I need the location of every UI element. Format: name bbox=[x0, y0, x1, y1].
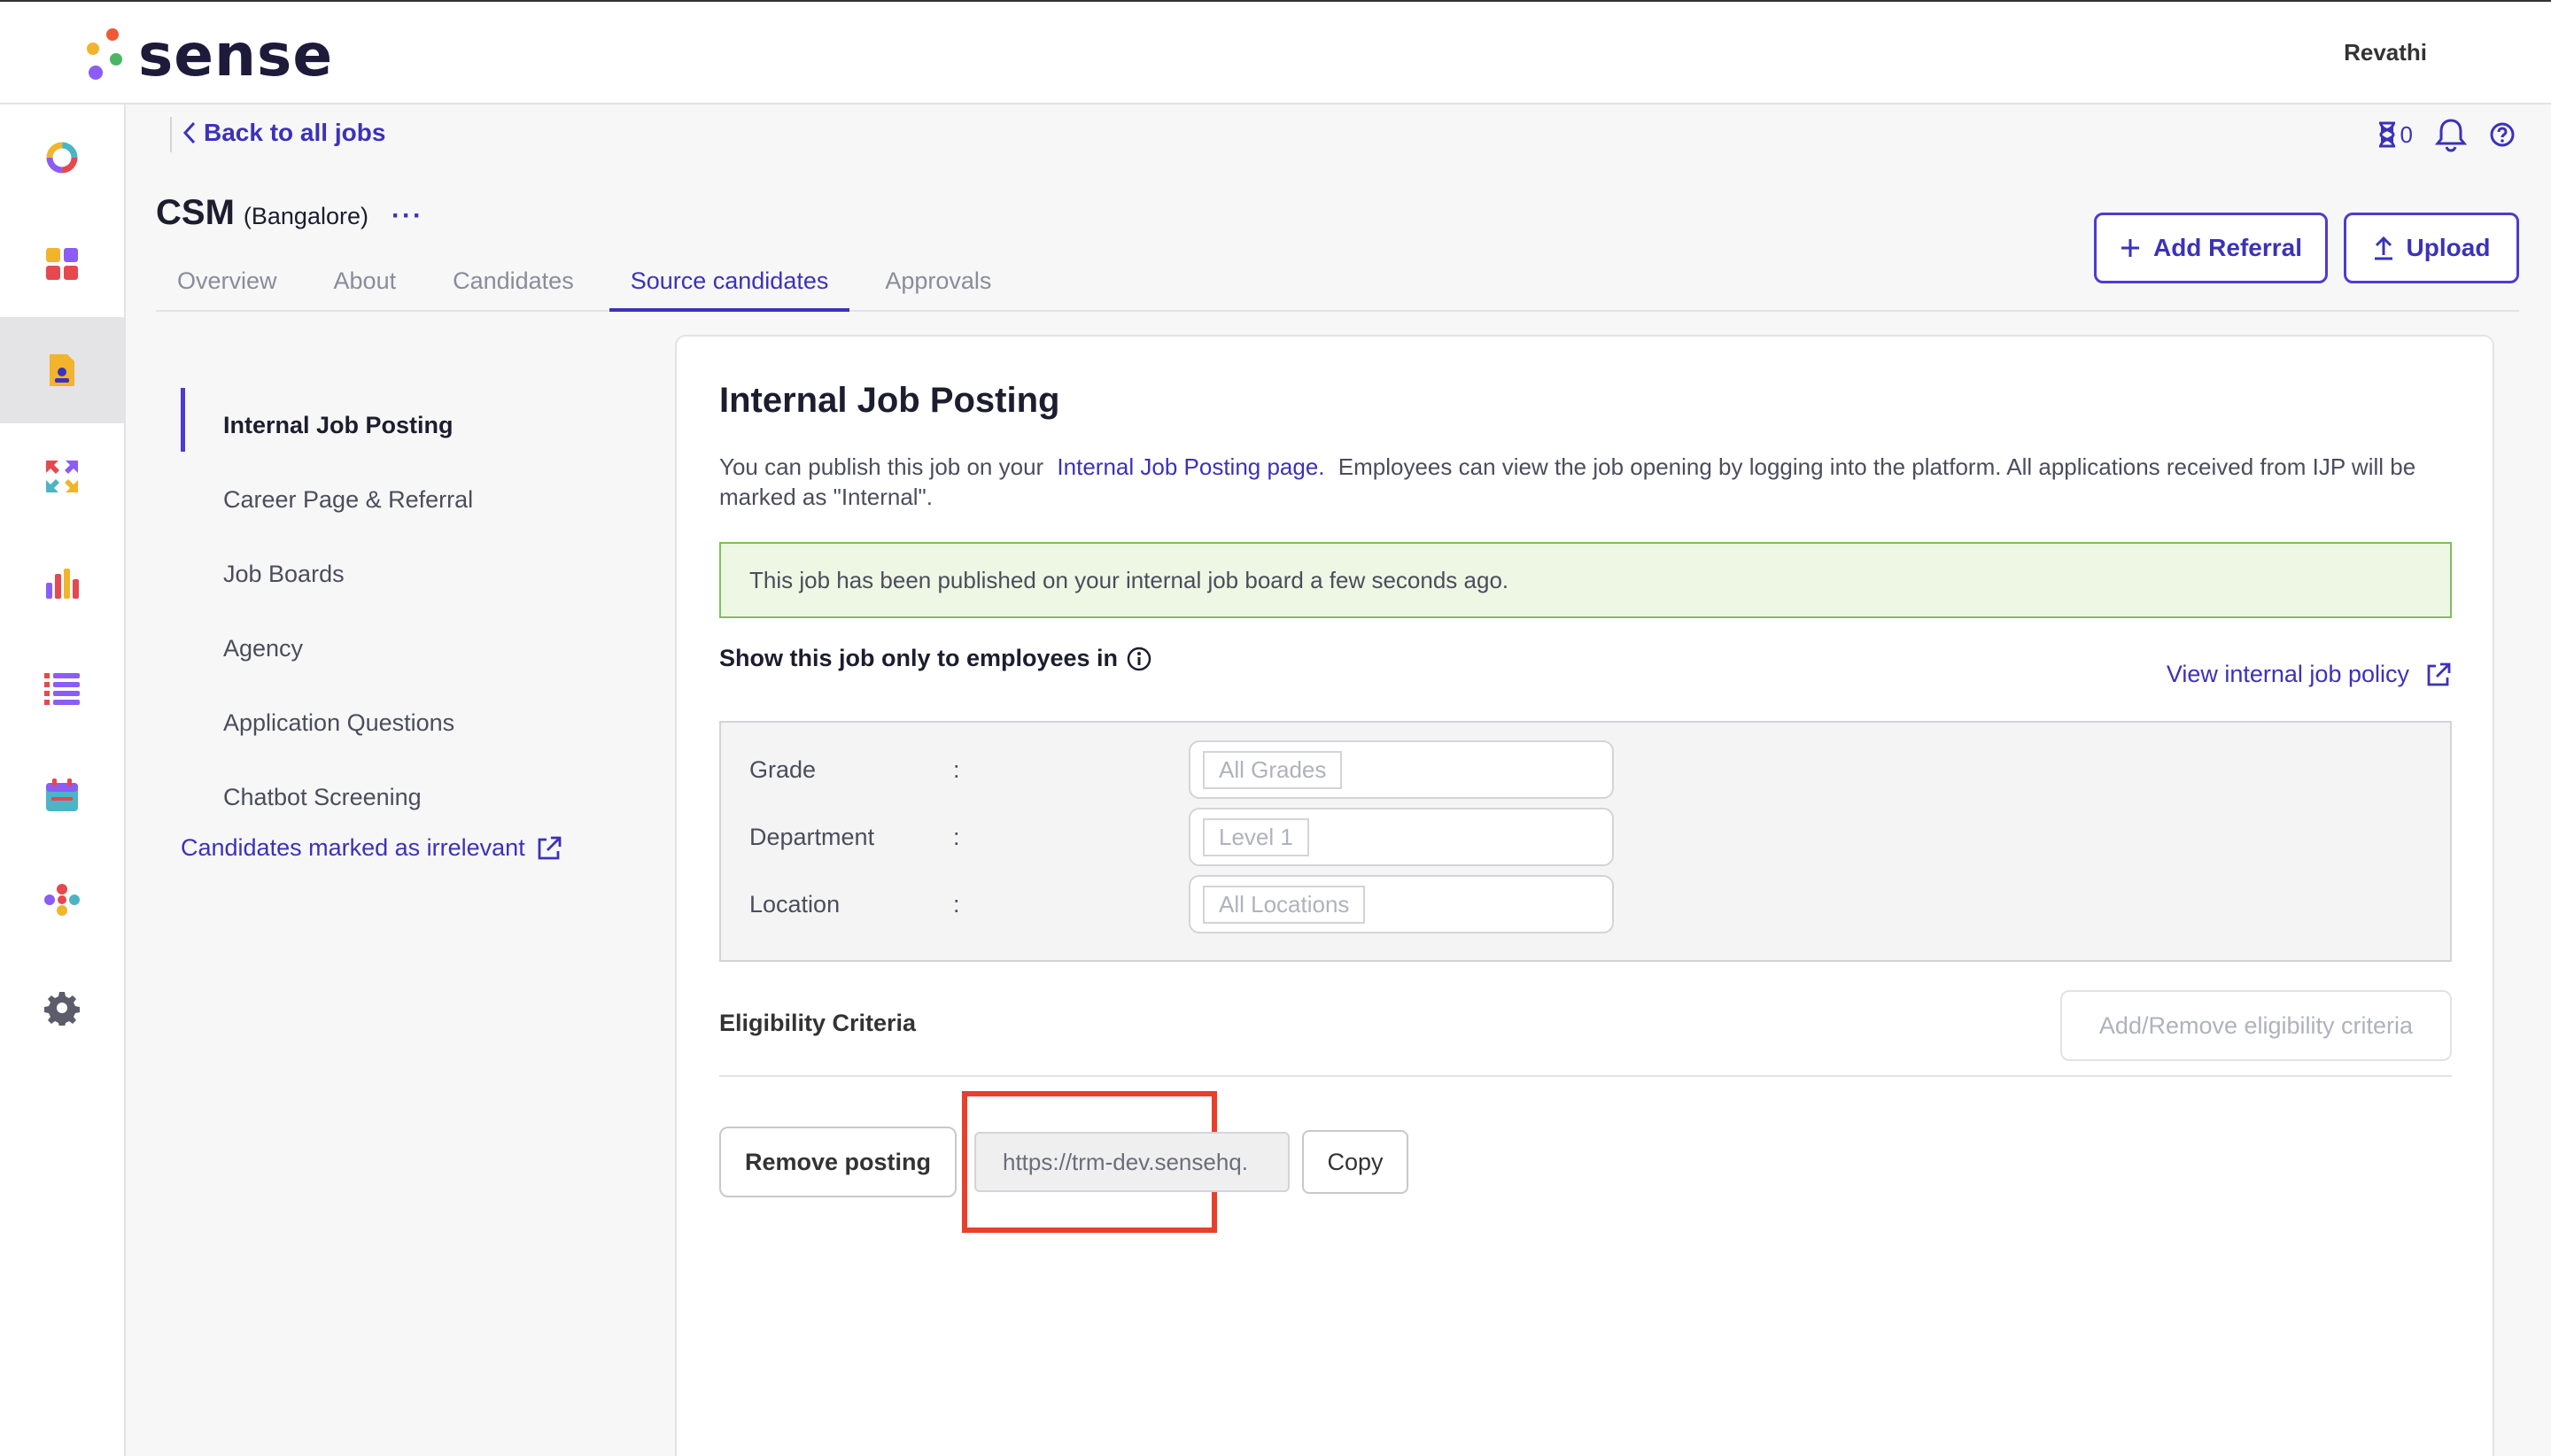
filter-label: Location bbox=[749, 890, 841, 918]
brand-name: sense bbox=[138, 21, 334, 89]
internal-job-posting-page-link[interactable]: Internal Job Posting page. bbox=[1050, 453, 1331, 480]
analytics-icon bbox=[46, 569, 79, 599]
add-referral-label: Add Referral bbox=[2152, 234, 2303, 261]
pending-count: 0 bbox=[2400, 120, 2413, 148]
rail-settings[interactable] bbox=[0, 955, 124, 1061]
card-title: Internal Job Posting bbox=[719, 381, 1060, 420]
plus-icon bbox=[2121, 239, 2139, 257]
upload-button[interactable]: Upload bbox=[2344, 213, 2519, 283]
source-nav-chatbot-screening[interactable]: Chatbot Screening bbox=[181, 760, 473, 834]
filter-colon: : bbox=[953, 823, 960, 850]
irrelevant-candidates-link[interactable]: Candidates marked as irrelevant bbox=[181, 834, 562, 862]
grade-select[interactable]: All Grades bbox=[1189, 740, 1614, 799]
irrelevant-link-label: Candidates marked as irrelevant bbox=[181, 834, 525, 861]
eligibility-criteria-label: Eligibility Criteria bbox=[719, 1010, 917, 1036]
calendar-icon bbox=[46, 778, 78, 811]
tab-about[interactable]: About bbox=[313, 252, 418, 312]
source-nav-internal-job-posting[interactable]: Internal Job Posting bbox=[181, 388, 473, 462]
visibility-filters: Grade : All Grades Department : Level 1 … bbox=[719, 721, 2452, 962]
rail-lists[interactable] bbox=[0, 636, 124, 742]
location-select[interactable]: All Locations bbox=[1189, 875, 1614, 933]
department-chip: Level 1 bbox=[1203, 817, 1309, 856]
external-link-icon bbox=[538, 836, 562, 859]
divider bbox=[170, 117, 172, 152]
rail-analytics[interactable] bbox=[0, 530, 124, 636]
policy-link-label: View internal job policy bbox=[2166, 661, 2409, 687]
donut-icon bbox=[46, 142, 78, 174]
remove-posting-button[interactable]: Remove posting bbox=[719, 1127, 957, 1197]
top-bar: sense Revathi bbox=[0, 0, 2551, 105]
gear-icon bbox=[44, 992, 80, 1026]
rail-home[interactable] bbox=[0, 105, 124, 211]
job-title: CSM (Bangalore) ··· bbox=[156, 193, 423, 233]
source-nav-job-boards[interactable]: Job Boards bbox=[181, 537, 473, 611]
upload-icon bbox=[2374, 236, 2392, 260]
filter-label: Department bbox=[749, 823, 875, 850]
more-options-icon[interactable]: ··· bbox=[392, 201, 423, 231]
tab-overview[interactable]: Overview bbox=[156, 252, 299, 312]
tab-approvals[interactable]: Approvals bbox=[864, 252, 1012, 312]
source-nav-application-questions[interactable]: Application Questions bbox=[181, 685, 473, 760]
job-name: CSM bbox=[156, 193, 235, 232]
left-rail bbox=[0, 105, 126, 1456]
info-icon[interactable] bbox=[1127, 647, 1151, 671]
location-chip: All Locations bbox=[1203, 885, 1366, 924]
rail-dashboard[interactable] bbox=[0, 211, 124, 317]
list-icon bbox=[44, 673, 80, 705]
tab-source-candidates[interactable]: Source candidates bbox=[609, 252, 850, 312]
rail-calendar[interactable] bbox=[0, 742, 124, 848]
source-nav: Internal Job Posting Career Page & Refer… bbox=[181, 388, 473, 834]
job-location: (Bangalore) bbox=[243, 203, 368, 229]
sense-logo[interactable]: sense bbox=[83, 21, 333, 89]
visibility-label: Show this job only to employees in bbox=[719, 645, 1119, 671]
chevron-left-icon bbox=[182, 121, 196, 144]
referral-arrows-icon bbox=[46, 461, 78, 492]
internal-job-posting-card: Internal Job Posting You can publish thi… bbox=[675, 335, 2494, 1456]
department-select[interactable]: Level 1 bbox=[1189, 808, 1614, 866]
add-referral-button[interactable]: Add Referral bbox=[2094, 213, 2328, 283]
logo-dots-icon bbox=[83, 27, 126, 85]
header-utility-icons: 0 bbox=[2377, 117, 2516, 152]
people-icon bbox=[44, 884, 80, 916]
upload-label: Upload bbox=[2406, 234, 2491, 261]
filter-colon: : bbox=[953, 755, 960, 783]
filter-label: Grade bbox=[749, 755, 817, 783]
filter-colon: : bbox=[953, 890, 960, 918]
dashboard-icon bbox=[46, 248, 78, 280]
back-to-jobs-link[interactable]: Back to all jobs bbox=[182, 119, 385, 147]
rail-jobs[interactable] bbox=[0, 317, 124, 423]
hourglass-icon bbox=[2378, 121, 2395, 148]
back-link-label: Back to all jobs bbox=[204, 119, 386, 146]
source-nav-agency[interactable]: Agency bbox=[181, 611, 473, 685]
view-internal-job-policy-link[interactable]: View internal job policy bbox=[2167, 661, 2452, 688]
tab-candidates[interactable]: Candidates bbox=[431, 252, 595, 312]
grade-chip: All Grades bbox=[1203, 750, 1343, 789]
add-remove-eligibility-button[interactable]: Add/Remove eligibility criteria bbox=[2060, 990, 2452, 1061]
description-prefix: You can publish this job on your bbox=[719, 453, 1044, 480]
bell-icon[interactable] bbox=[2434, 117, 2468, 152]
user-menu[interactable]: Revathi bbox=[2344, 39, 2427, 66]
posting-url-field[interactable]: https://trm-dev.sensehq. bbox=[974, 1132, 1290, 1192]
jobs-icon bbox=[50, 354, 74, 386]
filter-row-department: Department : Level 1 bbox=[749, 806, 2432, 868]
rail-referrals[interactable] bbox=[0, 423, 124, 530]
external-link-icon bbox=[2427, 662, 2451, 685]
help-icon[interactable] bbox=[2489, 121, 2516, 148]
source-nav-career-page-referral[interactable]: Career Page & Referral bbox=[181, 462, 473, 537]
filter-row-location: Location : All Locations bbox=[749, 873, 2432, 935]
rail-people[interactable] bbox=[0, 848, 124, 955]
card-description: You can publish this job on your Interna… bbox=[719, 452, 2455, 512]
pending-counter[interactable]: 0 bbox=[2377, 121, 2413, 149]
copy-url-button[interactable]: Copy bbox=[1302, 1130, 1408, 1194]
published-success-banner: This job has been published on your inte… bbox=[719, 542, 2452, 618]
divider bbox=[719, 1075, 2452, 1077]
filter-row-grade: Grade : All Grades bbox=[749, 739, 2432, 801]
visibility-heading: Show this job only to employees in bbox=[719, 645, 1151, 672]
